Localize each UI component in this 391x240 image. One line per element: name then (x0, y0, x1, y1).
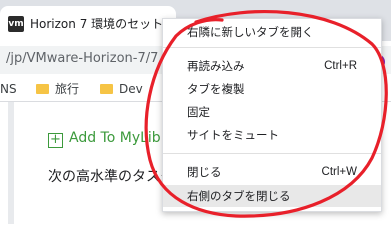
menu-item-close-tabs-right[interactable]: 右側のタブを閉じる (163, 185, 381, 207)
menu-item-mute-site[interactable]: サイトをミュート (163, 124, 381, 146)
menu-item-label: 右側のタブを閉じる (187, 189, 291, 203)
add-to-mylibrary-label: Add To MyLib (69, 130, 161, 146)
tab-title: Horizon 7 環境のセットアップ (30, 17, 170, 31)
menu-item-new-tab-right[interactable]: 右隣に新しいタブを開く (163, 21, 381, 43)
menu-item-pin[interactable]: 固定 (163, 101, 381, 123)
menu-item-close[interactable]: 閉じる Ctrl+W (163, 161, 381, 183)
body-text: 次の高水準のタスク (48, 169, 174, 185)
menu-item-shortcut: Ctrl+R (324, 60, 357, 72)
plus-icon: + (48, 133, 63, 148)
page-left-border (8, 102, 14, 224)
add-to-mylibrary-link[interactable]: + Add To MyLib (48, 130, 161, 148)
browser-tab[interactable]: vm Horizon 7 環境のセットアップ (0, 6, 176, 41)
bookmark-item[interactable]: NS (0, 81, 17, 97)
menu-item-label: 閉じる (187, 165, 222, 179)
menu-separator (163, 153, 381, 154)
menu-item-shortcut: Ctrl+W (321, 166, 357, 178)
menu-item-label: サイトをミュート (187, 128, 279, 142)
menu-separator (163, 47, 381, 48)
folder-icon (100, 84, 113, 94)
bookmark-label: 旅行 (55, 82, 80, 96)
menu-item-reload[interactable]: 再読み込み Ctrl+R (163, 55, 381, 77)
bookmark-folder-dev[interactable]: Dev (100, 81, 143, 97)
bookmark-folder-travel[interactable]: 旅行 (36, 81, 79, 97)
tab-context-menu: 右隣に新しいタブを開く 再読み込み Ctrl+R タブを複製 固定 サイトをミュ… (162, 18, 382, 212)
bookmark-label: NS (0, 82, 17, 96)
menu-item-label: タブを複製 (187, 82, 245, 96)
menu-item-label: 固定 (187, 105, 210, 119)
menu-item-label: 再読み込み (187, 59, 245, 73)
folder-icon (36, 84, 49, 94)
menu-item-duplicate[interactable]: タブを複製 (163, 78, 381, 100)
vmware-favicon-icon: vm (8, 16, 24, 32)
url-text: /jp/VMware-Horizon-7/7.2/ (6, 51, 176, 66)
bookmark-label: Dev (119, 82, 143, 96)
menu-item-label: 右隣に新しいタブを開く (187, 25, 314, 39)
